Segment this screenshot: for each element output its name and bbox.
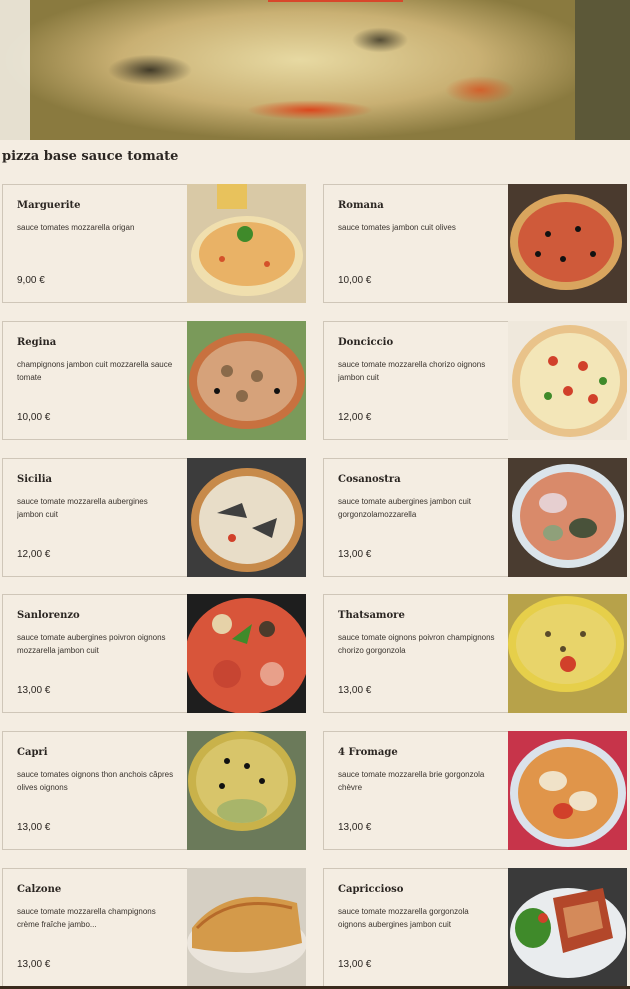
pizza-name: Capri	[17, 747, 48, 758]
pizza-description: sauce tomates mozzarella origan	[17, 223, 135, 232]
pizza-photo	[187, 321, 306, 440]
pizza-photo	[508, 321, 627, 440]
pizza-name: Cosanostra	[338, 474, 401, 485]
pizza-price: 13,00 €	[17, 959, 51, 970]
pizza-name: Donciccio	[338, 337, 394, 348]
pizza-card[interactable]: Regina champignons jambon cuit mozzarell…	[2, 321, 306, 440]
pizza-photo	[187, 731, 306, 850]
pizza-description: sauce tomate aubergines poivron oignons …	[17, 633, 166, 655]
pizza-price: 9,00 €	[17, 275, 45, 286]
pizza-price: 13,00 €	[338, 959, 372, 970]
pizza-card[interactable]: 4 Fromage sauce tomate mozzarella brie g…	[323, 731, 627, 850]
hero-accent-line	[268, 0, 403, 2]
pizza-photo	[508, 868, 627, 987]
pizza-price: 13,00 €	[17, 685, 51, 696]
pizza-description: sauce tomate oignons poivron champignons…	[338, 633, 495, 655]
pizza-photo	[187, 594, 306, 713]
pizza-name: Sicilia	[17, 474, 52, 485]
pizza-name: Romana	[338, 200, 384, 211]
pizza-price: 13,00 €	[338, 822, 372, 833]
pizza-price: 12,00 €	[17, 549, 51, 560]
pizza-card[interactable]: Marguerite sauce tomates mozzarella orig…	[2, 184, 306, 303]
pizza-description: champignons jambon cuit mozzarella sauce…	[17, 360, 173, 382]
pizza-name: Calzone	[17, 884, 62, 895]
pizza-description: sauce tomate mozzarella gorgonzola oigno…	[338, 907, 469, 929]
pizza-description: sauce tomates jambon cuit olives	[338, 223, 456, 232]
pizza-card[interactable]: Romana sauce tomates jambon cuit olives …	[323, 184, 627, 303]
pizza-photo	[508, 731, 627, 850]
pizza-name: Marguerite	[17, 200, 81, 211]
pizza-card[interactable]: Sicilia sauce tomate mozzarella aubergin…	[2, 458, 306, 577]
pizza-photo	[187, 458, 306, 577]
pizza-price: 13,00 €	[338, 685, 372, 696]
pizza-name: 4 Fromage	[338, 747, 398, 758]
pizza-photo	[187, 184, 306, 303]
pizza-card[interactable]: Cosanostra sauce tomate aubergines jambo…	[323, 458, 627, 577]
pizza-description: sauce tomate aubergines jambon cuit gorg…	[338, 497, 471, 519]
pizza-name: Sanlorenzo	[17, 610, 80, 621]
pizza-description: sauce tomates oignons thon anchois câpre…	[17, 770, 174, 792]
pizza-photo	[508, 594, 627, 713]
pizza-card[interactable]: Calzone sauce tomate mozzarella champign…	[2, 868, 306, 987]
pizza-description: sauce tomate mozzarella champignons crèm…	[17, 907, 156, 929]
pizza-photo	[508, 184, 627, 303]
pizza-price: 13,00 €	[17, 822, 51, 833]
pizza-description: sauce tomate mozzarella aubergines jambo…	[17, 497, 148, 519]
pizza-name: Regina	[17, 337, 57, 348]
pizza-price: 12,00 €	[338, 412, 372, 423]
pizza-description: sauce tomate mozzarella brie gorgonzola …	[338, 770, 485, 792]
pizza-name: Capriccioso	[338, 884, 404, 895]
pizza-card[interactable]: Thatsamore sauce tomate oignons poivron …	[323, 594, 627, 713]
pizza-name: Thatsamore	[338, 610, 405, 621]
pizza-card[interactable]: Capri sauce tomates oignons thon anchois…	[2, 731, 306, 850]
section-title: pizza base sauce tomate	[2, 149, 179, 164]
pizza-card[interactable]: Donciccio sauce tomate mozzarella choriz…	[323, 321, 627, 440]
pizza-price: 10,00 €	[17, 412, 51, 423]
pizza-price: 10,00 €	[338, 275, 372, 286]
pizza-card[interactable]: Capriccioso sauce tomate mozzarella gorg…	[323, 868, 627, 987]
pizza-description: sauce tomate mozzarella chorizo oignons …	[338, 360, 486, 382]
pizza-photo	[508, 458, 627, 577]
pizza-photo	[187, 868, 306, 987]
pizza-card[interactable]: Sanlorenzo sauce tomate aubergines poivr…	[2, 594, 306, 713]
hero-banner-image	[0, 0, 630, 140]
pizza-price: 13,00 €	[338, 549, 372, 560]
